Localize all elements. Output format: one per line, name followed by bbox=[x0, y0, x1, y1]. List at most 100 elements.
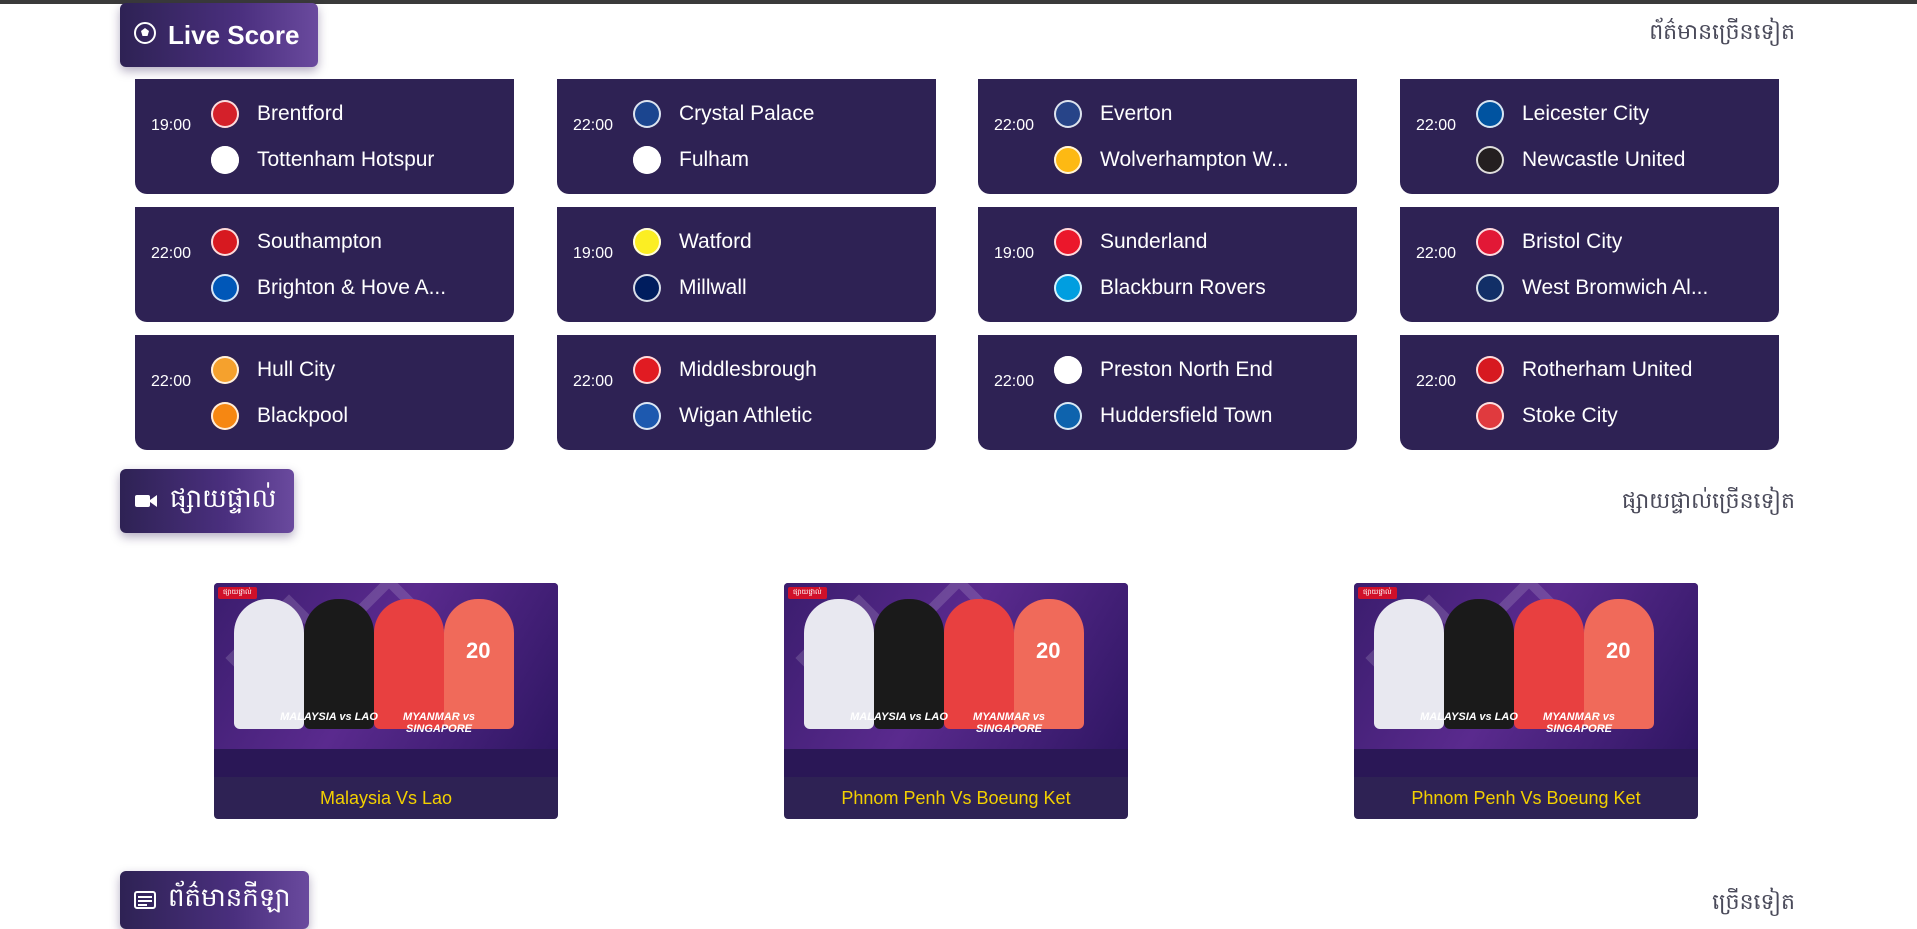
home-team-name: Preston North End bbox=[1100, 358, 1273, 381]
poster-jersey-number: 20 bbox=[466, 638, 491, 663]
home-crest-icon bbox=[633, 100, 661, 128]
livestream-title: ផ្សាយផ្ទាល់ bbox=[170, 484, 277, 514]
player-figure bbox=[1444, 599, 1514, 729]
away-crest-icon bbox=[1476, 146, 1504, 174]
away-team-name: Brighton & Hove A... bbox=[257, 276, 447, 299]
stream-poster: 20 ផ្សាយផ្ទាល់ MALAYSIA vs LAO MYANMAR v… bbox=[784, 583, 1128, 777]
poster-band bbox=[1354, 749, 1698, 777]
away-team-name: Wolverhampton W... bbox=[1100, 148, 1289, 171]
poster-jersey-number: 20 bbox=[1036, 638, 1061, 663]
livestream-section-header: ផ្សាយផ្ទាល់ bbox=[120, 469, 295, 533]
newspaper-icon bbox=[134, 885, 156, 916]
home-team: Preston North End bbox=[1054, 353, 1273, 387]
home-team-name: Middlesbrough bbox=[679, 358, 817, 381]
home-crest-icon bbox=[633, 356, 661, 384]
match-time: 22:00 bbox=[994, 373, 1035, 390]
poster-match-2: MYANMAR vs SINGAPORE bbox=[403, 711, 475, 735]
livescore-more-link[interactable]: ព័ត៌មានច្រើនទៀត bbox=[1649, 18, 1795, 50]
home-team: Watford bbox=[633, 225, 752, 259]
match-card[interactable]: 19:00 Brentford Tottenham Hotspur bbox=[135, 79, 514, 194]
away-crest-icon bbox=[211, 402, 239, 430]
livestream-more-link[interactable]: ផ្សាយផ្ទាល់ច្រើនទៀត bbox=[1622, 487, 1795, 519]
away-team: Fulham bbox=[633, 143, 749, 177]
away-team-name: Newcastle United bbox=[1522, 148, 1686, 171]
player-figure bbox=[374, 599, 444, 729]
match-card[interactable]: 22:00 Leicester City Newcastle United bbox=[1400, 79, 1779, 194]
poster-live-tag: ផ្សាយផ្ទាល់ bbox=[218, 587, 257, 599]
away-team: Wigan Athletic bbox=[633, 399, 812, 433]
poster-live-tag: ផ្សាយផ្ទាល់ bbox=[1358, 587, 1397, 599]
away-crest-icon bbox=[1054, 274, 1082, 302]
stream-title: Malaysia Vs Lao bbox=[319, 787, 453, 808]
home-team-name: Southampton bbox=[257, 230, 382, 253]
home-team: Everton bbox=[1054, 97, 1172, 131]
player-figure bbox=[444, 599, 514, 729]
home-crest-icon bbox=[633, 228, 661, 256]
home-crest-icon bbox=[1054, 100, 1082, 128]
match-card[interactable]: 19:00 Sunderland Blackburn Rovers bbox=[978, 207, 1357, 322]
match-card[interactable]: 22:00 Preston North End Huddersfield Tow… bbox=[978, 335, 1357, 450]
away-crest-icon bbox=[1054, 402, 1082, 430]
home-crest-icon bbox=[211, 228, 239, 256]
poster-match-1: MALAYSIA vs LAO bbox=[1420, 711, 1518, 723]
match-card[interactable]: 22:00 Rotherham United Stoke City bbox=[1400, 335, 1779, 450]
live-stream-card[interactable]: 20 ផ្សាយផ្ទាល់ MALAYSIA vs LAO MYANMAR v… bbox=[784, 583, 1128, 819]
away-team-name: Stoke City bbox=[1522, 404, 1618, 427]
match-card[interactable]: 22:00 Hull City Blackpool bbox=[135, 335, 514, 450]
player-figure bbox=[1514, 599, 1584, 729]
away-team-name: Blackpool bbox=[257, 404, 349, 427]
away-crest-icon bbox=[1054, 146, 1082, 174]
poster-band bbox=[784, 749, 1128, 777]
home-team-name: Rotherham United bbox=[1522, 358, 1693, 381]
live-stream-card[interactable]: 20 ផ្សាយផ្ទាល់ MALAYSIA vs LAO MYANMAR v… bbox=[214, 583, 558, 819]
away-team: Millwall bbox=[633, 271, 747, 305]
home-team-name: Sunderland bbox=[1100, 230, 1208, 253]
player-figure bbox=[1584, 599, 1654, 729]
poster-jersey-number: 20 bbox=[1606, 638, 1631, 663]
livescore-section-header: Live Score bbox=[120, 3, 318, 67]
away-crest-icon bbox=[1476, 274, 1504, 302]
match-card[interactable]: 22:00 Middlesbrough Wigan Athletic bbox=[557, 335, 936, 450]
match-time: 19:00 bbox=[573, 245, 614, 262]
match-time: 19:00 bbox=[994, 245, 1035, 262]
home-team-name: Watford bbox=[679, 230, 752, 253]
away-team: Wolverhampton W... bbox=[1054, 143, 1289, 177]
news-more-link[interactable]: ច្រើនទៀត bbox=[1712, 888, 1795, 920]
away-team-name: Blackburn Rovers bbox=[1100, 276, 1266, 299]
home-crest-icon bbox=[211, 356, 239, 384]
home-team-name: Leicester City bbox=[1522, 102, 1650, 125]
player-figure bbox=[234, 599, 304, 729]
home-team: Brentford bbox=[211, 97, 343, 131]
away-team: West Bromwich Al... bbox=[1476, 271, 1708, 305]
home-crest-icon bbox=[1476, 228, 1504, 256]
match-card[interactable]: 22:00 Bristol City West Bromwich Al... bbox=[1400, 207, 1779, 322]
home-team-name: Hull City bbox=[257, 358, 336, 381]
match-time: 22:00 bbox=[151, 373, 192, 390]
home-crest-icon bbox=[1476, 100, 1504, 128]
home-team: Hull City bbox=[211, 353, 335, 387]
match-time: 19:00 bbox=[151, 117, 192, 134]
home-team: Rotherham United bbox=[1476, 353, 1692, 387]
away-crest-icon bbox=[211, 274, 239, 302]
poster-match-2: MYANMAR vs SINGAPORE bbox=[1543, 711, 1615, 735]
stream-poster: 20 ផ្សាយផ្ទាល់ MALAYSIA vs LAO MYANMAR v… bbox=[214, 583, 558, 777]
live-stream-card[interactable]: 20 ផ្សាយផ្ទាល់ MALAYSIA vs LAO MYANMAR v… bbox=[1354, 583, 1698, 819]
livescore-title: Live Score bbox=[168, 19, 300, 50]
away-team: Newcastle United bbox=[1476, 143, 1685, 177]
player-figure bbox=[944, 599, 1014, 729]
match-card[interactable]: 22:00 Everton Wolverhampton W... bbox=[978, 79, 1357, 194]
away-crest-icon bbox=[633, 274, 661, 302]
away-team: Stoke City bbox=[1476, 399, 1618, 433]
poster-match-1: MALAYSIA vs LAO bbox=[280, 711, 378, 723]
match-card[interactable]: 19:00 Watford Millwall bbox=[557, 207, 936, 322]
home-team-name: Bristol City bbox=[1522, 230, 1623, 253]
match-time: 22:00 bbox=[573, 373, 614, 390]
poster-match-1: MALAYSIA vs LAO bbox=[850, 711, 948, 723]
away-team-name: Huddersfield Town bbox=[1100, 404, 1273, 427]
video-camera-icon bbox=[134, 486, 158, 517]
home-team-name: Crystal Palace bbox=[679, 102, 815, 125]
match-card[interactable]: 22:00 Southampton Brighton & Hove A... bbox=[135, 207, 514, 322]
away-team: Blackpool bbox=[211, 399, 348, 433]
match-card[interactable]: 22:00 Crystal Palace Fulham bbox=[557, 79, 936, 194]
home-team-name: Everton bbox=[1100, 102, 1173, 125]
